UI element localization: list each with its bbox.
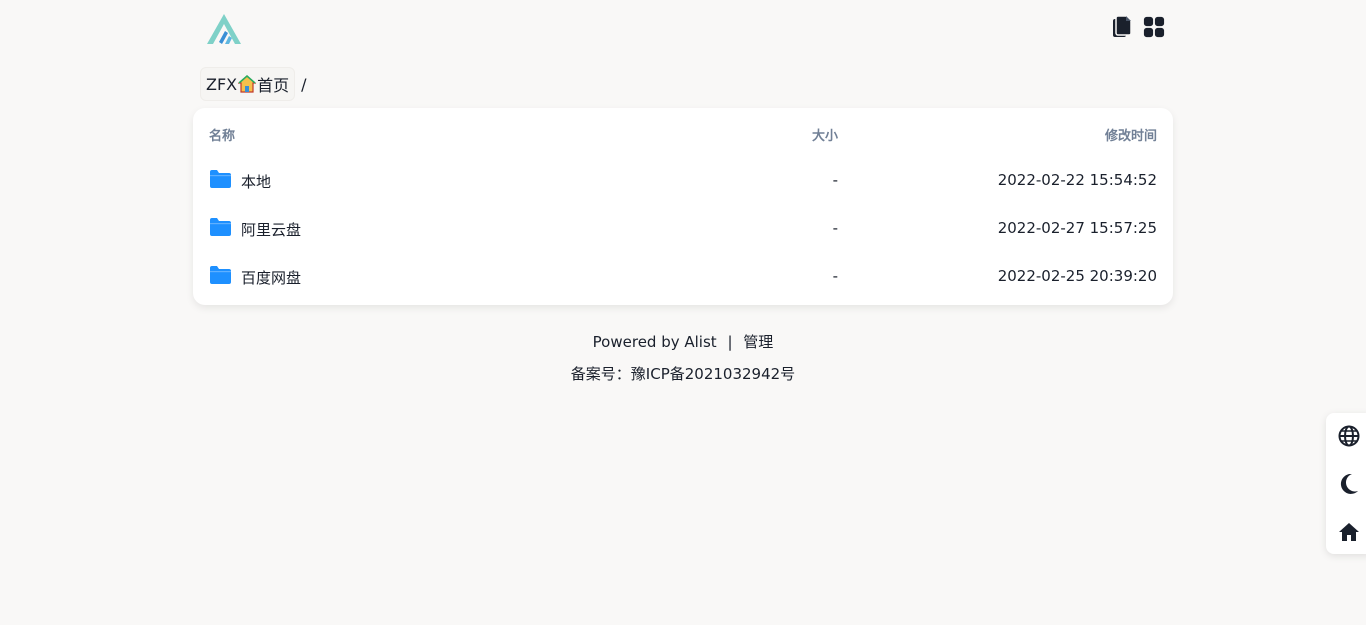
file-size: - [832, 171, 838, 189]
folder-icon [209, 169, 232, 193]
breadcrumb-item-home[interactable]: ZFX 首页 [200, 67, 296, 101]
file-name-cell: 本地 [209, 169, 271, 193]
file-list-header: 名称 大小 修改时间 [209, 125, 1157, 145]
copy-icon[interactable] [1111, 14, 1133, 40]
header-actions [1111, 14, 1165, 40]
manage-link[interactable]: 管理 [743, 333, 773, 351]
breadcrumb-prefix: ZFX [206, 74, 238, 94]
file-modified: 2022-02-25 20:39:20 [997, 267, 1157, 285]
top-header [193, 0, 1173, 60]
breadcrumb-separator: / [301, 74, 307, 94]
breadcrumb: ZFX 首页 / [200, 67, 307, 101]
side-toolbar [1326, 413, 1366, 554]
file-size: - [832, 219, 838, 237]
folder-icon [209, 217, 232, 241]
alist-logo-icon[interactable] [205, 12, 243, 48]
file-size: - [832, 267, 838, 285]
moon-icon[interactable] [1337, 472, 1361, 496]
column-name[interactable]: 名称 [209, 125, 235, 144]
file-row[interactable]: 阿里云盘 - 2022-02-27 15:57:25 [209, 205, 1157, 253]
file-name-cell: 百度网盘 [209, 265, 301, 289]
file-name-cell: 阿里云盘 [209, 217, 301, 241]
grid-view-icon[interactable] [1143, 14, 1165, 40]
file-modified: 2022-02-22 15:54:52 [997, 171, 1157, 189]
file-name: 本地 [241, 172, 272, 191]
footer-divider: | [727, 333, 733, 351]
column-size[interactable]: 大小 [812, 125, 838, 144]
breadcrumb-label: 首页 [257, 76, 290, 95]
globe-icon[interactable] [1337, 424, 1361, 448]
column-modified[interactable]: 修改时间 [1105, 125, 1157, 144]
folder-icon [209, 265, 232, 289]
file-name: 百度网盘 [241, 268, 302, 287]
file-row[interactable]: 百度网盘 - 2022-02-25 20:39:20 [209, 253, 1157, 301]
home-icon[interactable] [1337, 520, 1361, 544]
file-name: 阿里云盘 [241, 220, 302, 239]
footer: Powered by Alist | 管理 备案号：豫ICP备202103294… [0, 330, 1366, 386]
file-list: 名称 大小 修改时间 本地 - 2022-02-22 15:54:52 阿里云盘… [193, 108, 1173, 305]
file-row[interactable]: 本地 - 2022-02-22 15:54:52 [209, 157, 1157, 205]
file-modified: 2022-02-27 15:57:25 [997, 219, 1157, 237]
footer-icp: 备案号：豫ICP备2021032942号 [0, 362, 1366, 386]
house-icon [238, 75, 257, 93]
footer-powered: Powered by Alist | 管理 [0, 330, 1366, 354]
icp-link[interactable]: 备案号：豫ICP备2021032942号 [571, 365, 795, 383]
powered-by-link[interactable]: Powered by Alist [593, 333, 717, 351]
